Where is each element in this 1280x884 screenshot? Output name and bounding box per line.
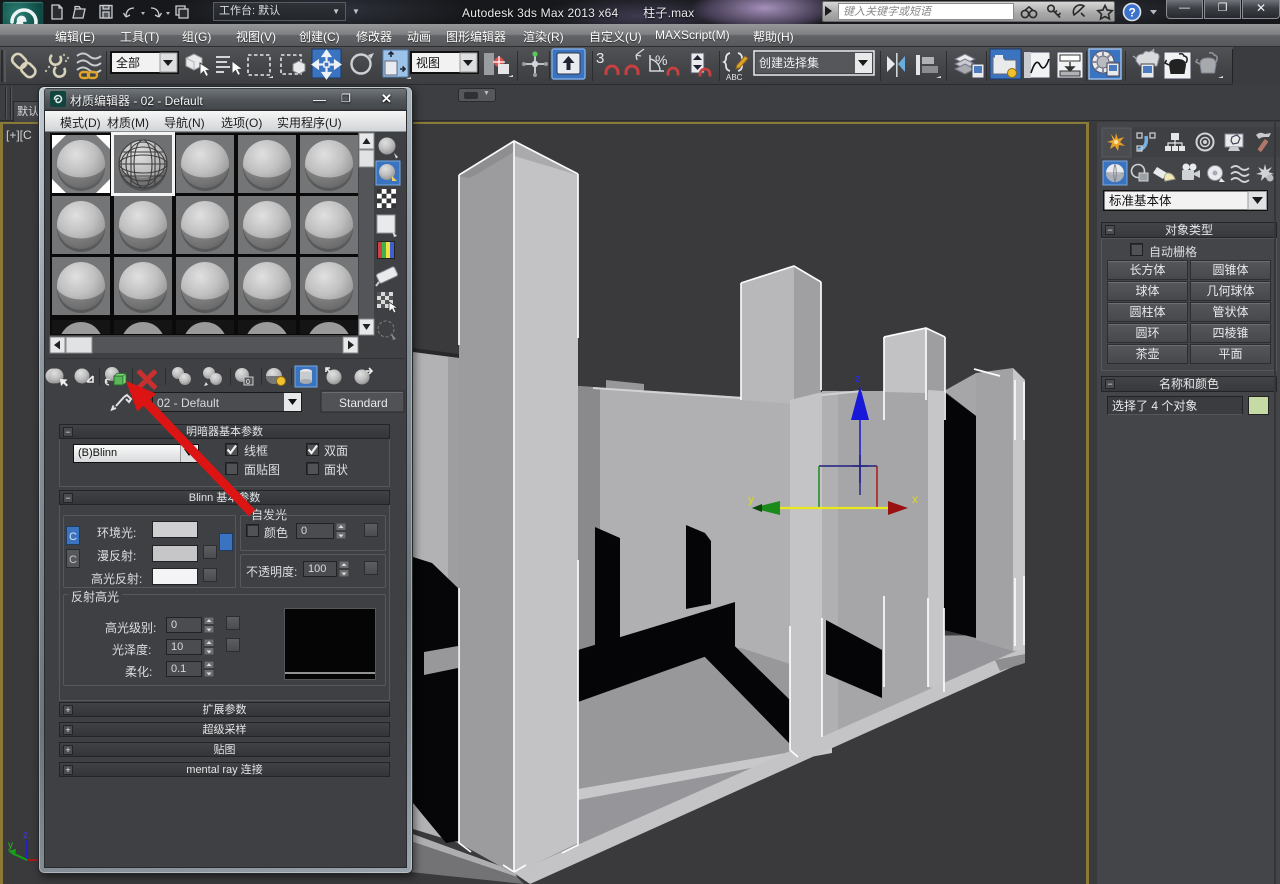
svg-text:x: x [912, 492, 918, 506]
svg-text:z: z [855, 373, 861, 385]
svg-text:%: % [655, 52, 667, 68]
svg-text:C: C [69, 554, 77, 566]
svg-text:C: C [69, 531, 77, 543]
svg-text:y: y [748, 492, 754, 506]
svg-text:3: 3 [596, 50, 604, 67]
svg-text:标准基本体: 标准基本体 [1109, 194, 1172, 208]
svg-text:视图: 视图 [416, 55, 440, 70]
svg-text:y: y [8, 840, 13, 851]
svg-text:z: z [23, 830, 28, 841]
svg-text:创建选择集: 创建选择集 [759, 55, 819, 70]
svg-text:02 - Default: 02 - Default [157, 396, 220, 410]
svg-text:?: ? [1129, 6, 1136, 20]
svg-text:0: 0 [246, 379, 250, 386]
svg-text:Standard: Standard [339, 396, 388, 410]
svg-text:ABC: ABC [726, 73, 743, 82]
svg-text:全部: 全部 [116, 55, 140, 70]
